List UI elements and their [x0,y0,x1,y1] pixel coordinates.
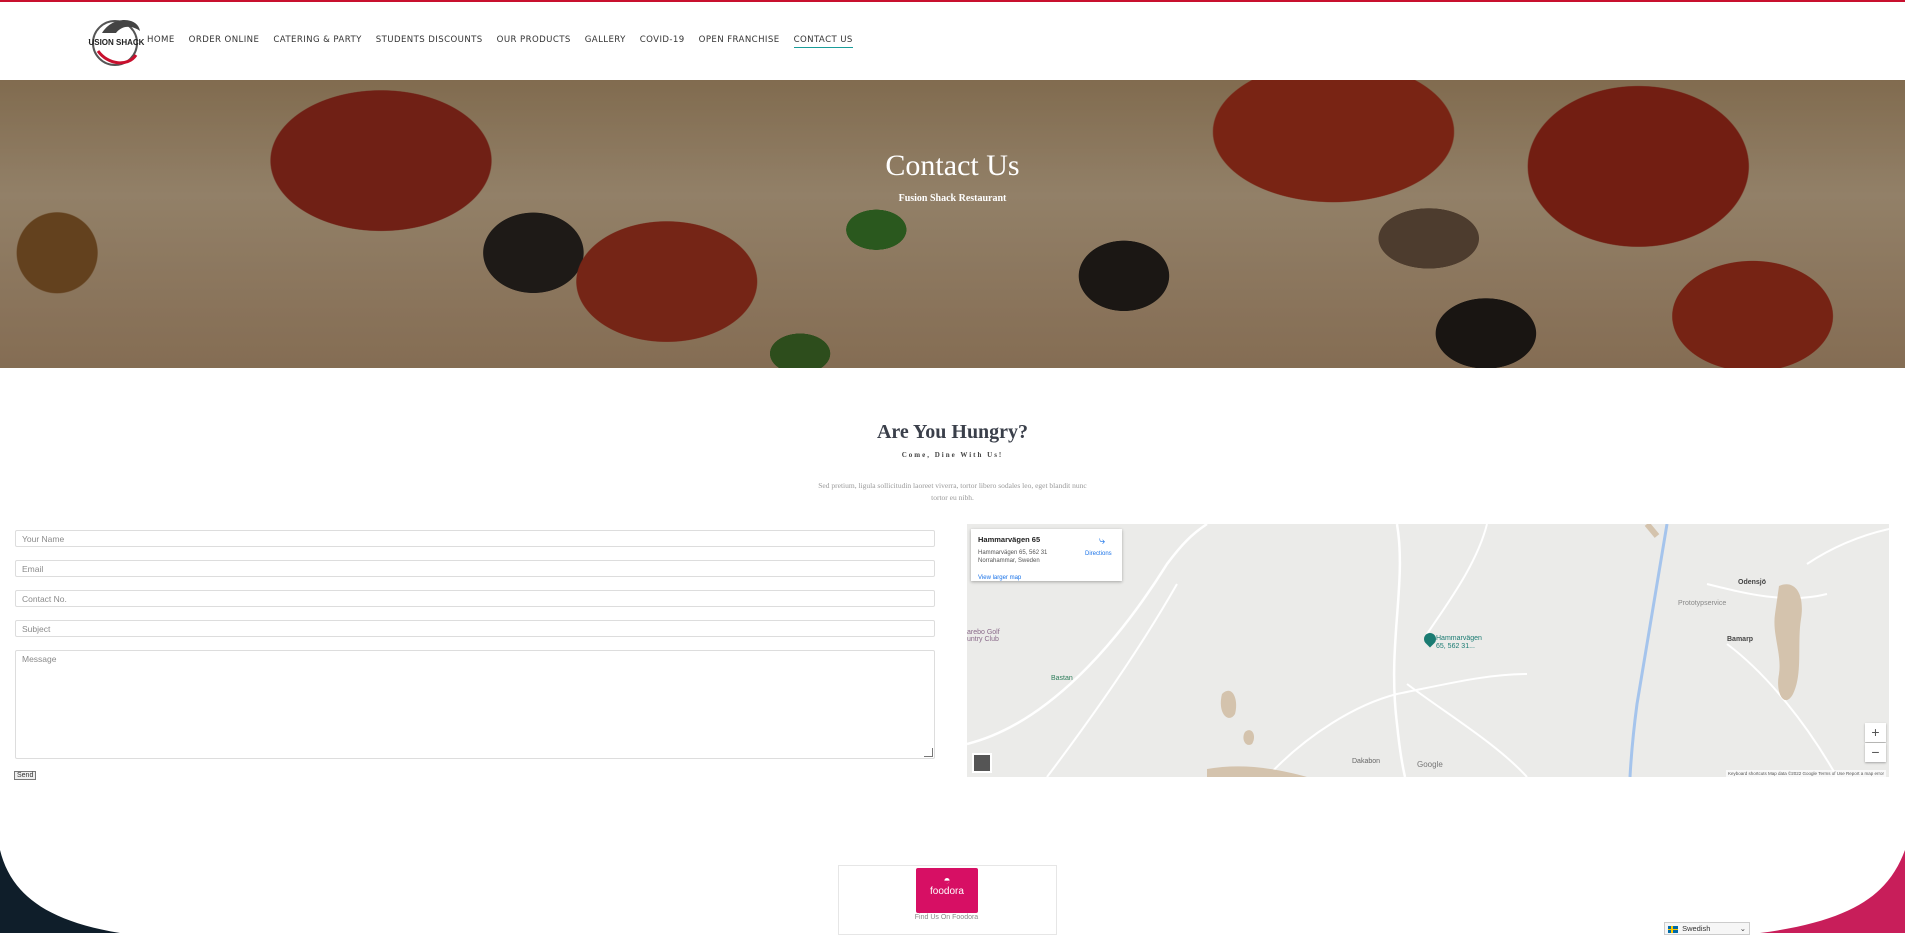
foodora-button[interactable]: ◓ foodora [916,868,978,913]
foodora-icon: ◓ [943,873,951,887]
name-field[interactable]: Your Name [15,530,935,547]
nav-covid-19[interactable]: COVID-19 [640,35,685,48]
directions-icon[interactable]: ⤷ [1099,535,1105,548]
language-select[interactable]: Swedish ⌄ [1664,922,1750,935]
google-logo: Google [1417,760,1443,769]
place-bamarp: Bamarp [1727,636,1754,643]
nav-contact-us[interactable]: CONTACT US [793,35,853,48]
find-us-on-foodora[interactable]: Find Us On Foodora [838,914,1055,921]
page-subtitle: Fusion Shack Restaurant [898,193,1007,204]
site-header: FUSION SHACK HOME ORDER ONLINE CATERING … [0,2,1905,78]
foodora-label: foodora [930,886,964,897]
chevron-down-icon: ⌄ [1739,924,1746,933]
place-prototypservice: Prototypservice [1678,600,1727,607]
zoom-in-button[interactable]: + [1865,723,1886,742]
hero-banner: Contact Us Fusion Shack Restaurant [0,80,1905,368]
directions-link[interactable]: Directions [1085,551,1112,557]
view-larger-map-link[interactable]: View larger map [978,575,1021,581]
nav-our-products[interactable]: OUR PRODUCTS [497,35,571,48]
resize-handle[interactable] [924,748,933,757]
logo-text: FUSION SHACK [88,38,145,47]
send-button[interactable]: Send [14,771,37,780]
sweden-flag-icon [1668,925,1678,933]
nav-open-franchise[interactable]: OPEN FRANCHISE [699,35,780,48]
nav-students-discounts[interactable]: STUDENTS DISCOUNTS [376,35,483,48]
main-nav: HOME ORDER ONLINE CATERING & PARTY STUDE… [147,35,867,48]
section-title: Are You Hungry? [876,421,1029,443]
message-field[interactable]: Message [15,650,935,759]
place-golf-club: arebo Golf untry Club [967,629,1000,643]
zoom-out-button[interactable]: − [1865,743,1886,762]
map-attribution[interactable]: Keyboard shortcuts Map data ©2022 Google… [1725,770,1886,777]
nav-gallery[interactable]: GALLERY [585,35,626,48]
map-card-address: Hammarvägen 65, 562 31 Norrahammar, Swed… [978,550,1048,564]
place-odensjo: Odensjö [1738,579,1767,586]
google-map[interactable]: Hammarvägen 65 Hammarvägen 65, 562 31 No… [967,524,1889,777]
pin-label: Hammarvägen 65, 562 31... [1436,635,1482,650]
nav-catering-party[interactable]: CATERING & PARTY [273,35,361,48]
contact-number-field[interactable]: Contact No. [15,590,935,607]
fusion-shack-logo[interactable]: FUSION SHACK [84,13,146,71]
email-field[interactable]: Email [15,560,935,577]
place-bastan: Bastan [1051,675,1073,682]
section-subtitle: Come, Dine With Us! [901,451,1004,459]
nav-order-online[interactable]: ORDER ONLINE [189,35,260,48]
message-placeholder: Message [22,654,57,664]
language-label: Swedish [1682,924,1711,933]
nav-home[interactable]: HOME [147,35,175,48]
place-dakabon: Dakabon [1352,758,1381,765]
subject-field[interactable]: Subject [15,620,935,637]
map-card-title: Hammarvägen 65 [978,535,1041,544]
map-info-card: Hammarvägen 65 Hammarvägen 65, 562 31 No… [971,529,1122,581]
section-paragraph: Sed pretium, ligula sollicitudin laoreet… [818,481,1087,502]
page-title: Contact Us [885,149,1020,182]
